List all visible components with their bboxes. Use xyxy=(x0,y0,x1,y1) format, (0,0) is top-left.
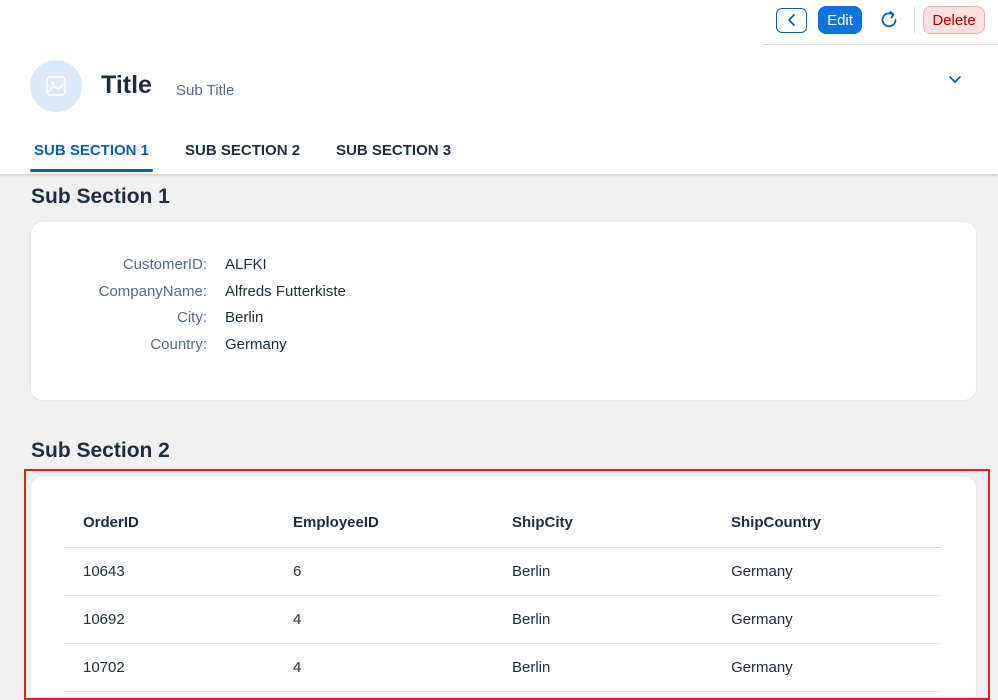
tab-sub-section-3[interactable]: SUB SECTION 3 xyxy=(332,140,455,172)
toolbar-separator xyxy=(914,7,915,33)
image-placeholder-icon xyxy=(46,76,66,96)
toolbar-divider xyxy=(763,44,998,45)
avatar xyxy=(30,60,82,112)
back-button[interactable] xyxy=(776,7,807,33)
form-label: City: xyxy=(177,309,207,326)
chevron-left-icon xyxy=(787,14,795,26)
section-title-1: Sub Section 1 xyxy=(31,185,170,208)
form-row-customer-id: CustomerID: ALFKI xyxy=(31,256,431,278)
anchor-bar: SUB SECTION 1 SUB SECTION 2 SUB SECTION … xyxy=(30,140,483,172)
page-subtitle: Sub Title xyxy=(176,82,235,99)
form-label: CompanyName: xyxy=(98,283,207,300)
form-row-company-name: CompanyName: Alfreds Futterkiste xyxy=(31,283,431,305)
tab-sub-section-2[interactable]: SUB SECTION 2 xyxy=(181,140,304,172)
form-label: CustomerID: xyxy=(122,256,207,273)
section-title-2: Sub Section 2 xyxy=(31,439,170,462)
header-toolbar: Edit Delete xyxy=(776,6,985,34)
form-value: Germany xyxy=(225,336,287,353)
highlight-box xyxy=(24,469,990,700)
form-value: Berlin xyxy=(225,309,264,326)
form-value: ALFKI xyxy=(225,256,267,273)
object-page-header: Edit Delete Title Sub Title SUB SECTION … xyxy=(0,0,998,174)
tab-sub-section-1[interactable]: SUB SECTION 1 xyxy=(30,140,154,172)
chevron-down-icon xyxy=(949,76,961,83)
page-title: Title xyxy=(101,71,152,99)
delete-button[interactable]: Delete xyxy=(923,6,985,34)
collapse-header-button[interactable] xyxy=(945,72,965,88)
refresh-button[interactable] xyxy=(876,7,902,33)
form-row-country: Country: Germany xyxy=(31,336,431,358)
edit-button[interactable]: Edit xyxy=(818,6,862,34)
form-value: Alfreds Futterkiste xyxy=(225,283,346,300)
form-row-city: City: Berlin xyxy=(31,309,431,331)
form-label: Country: xyxy=(150,336,207,353)
refresh-icon xyxy=(881,11,897,28)
section-1-form-card: CustomerID: ALFKI CompanyName: Alfreds F… xyxy=(31,222,976,400)
